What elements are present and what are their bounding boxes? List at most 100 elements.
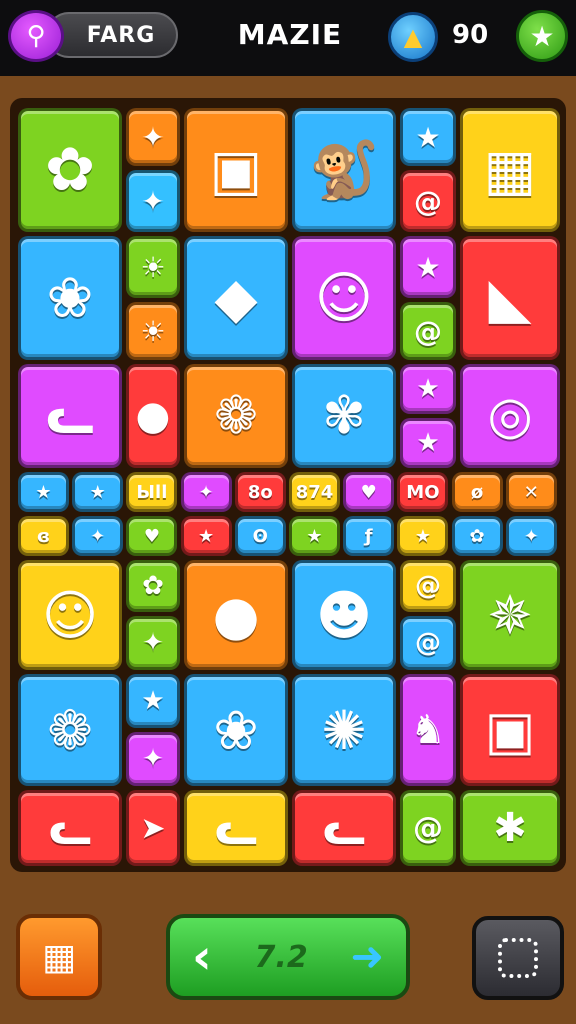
star-icon: ★ <box>416 428 440 458</box>
small-tile[interactable]: MO <box>397 472 449 512</box>
star-button[interactable]: ★ <box>516 10 568 62</box>
tile[interactable]: ▣ <box>184 108 288 232</box>
tile[interactable]: ★ <box>400 364 456 414</box>
tile[interactable]: ☺ <box>292 236 396 360</box>
tile[interactable]: ♞ <box>400 674 456 786</box>
tile[interactable]: ❁ <box>18 674 122 786</box>
tile[interactable]: ✦ <box>126 108 180 166</box>
tile[interactable]: 🐒 <box>292 108 396 232</box>
tile[interactable]: ❀ <box>184 674 288 786</box>
sparkle-icon: ✦ <box>142 744 164 774</box>
tile[interactable]: ★ <box>400 418 456 468</box>
tile[interactable]: @ <box>400 790 456 866</box>
tile[interactable]: @ <box>400 616 456 670</box>
tile[interactable]: ✦ <box>126 616 180 670</box>
tile[interactable]: ❀ <box>18 236 122 360</box>
small-tile[interactable]: ♥ <box>343 472 395 512</box>
small-tile[interactable]: ✦ <box>72 516 124 556</box>
tile[interactable]: @ <box>400 560 456 612</box>
magnifier-icon: ⚲ <box>26 21 46 51</box>
tile[interactable]: ◎ <box>460 364 560 468</box>
tile[interactable]: ● <box>184 560 288 670</box>
tile[interactable]: ✿ <box>126 560 180 612</box>
tile[interactable]: ▦ <box>460 108 560 232</box>
tile-label: ✿ <box>469 525 485 547</box>
small-tile[interactable]: ★ <box>397 516 449 556</box>
tile[interactable]: @ <box>400 170 456 232</box>
next-arrow-icon[interactable]: ➜ <box>350 934 384 980</box>
tile[interactable]: ᓚ <box>184 790 288 866</box>
small-tile[interactable]: ★ <box>72 472 124 512</box>
bird-icon: ◣ <box>488 265 532 331</box>
tile[interactable]: ★ <box>400 236 456 298</box>
tile[interactable]: ❁ <box>184 364 288 468</box>
tile[interactable]: ▣ <box>460 674 560 786</box>
small-tile[interactable]: ♥ <box>126 516 178 556</box>
small-tile[interactable]: ★ <box>180 516 232 556</box>
tile-label: ✦ <box>523 525 539 547</box>
small-tile[interactable]: ɞ <box>18 516 69 556</box>
blue-flower-icon: ✾ <box>322 386 366 446</box>
tile[interactable]: ✵ <box>460 560 560 670</box>
tile[interactable]: ✱ <box>460 790 560 866</box>
leaf-flower-icon: ✵ <box>487 583 533 647</box>
tile-label: ★ <box>89 481 106 503</box>
tile[interactable]: ᓚ <box>18 364 122 468</box>
battery-icon: ▣ <box>209 137 263 203</box>
swirl-icon: @ <box>414 314 442 348</box>
tile[interactable]: ᓚ <box>18 790 122 866</box>
tile[interactable]: ★ <box>400 108 456 166</box>
shuffle-button[interactable] <box>472 916 564 1000</box>
tile[interactable]: ★ <box>126 674 180 728</box>
small-tile[interactable]: ʘ <box>234 516 286 556</box>
tile[interactable]: ✾ <box>292 364 396 468</box>
tile[interactable]: ● <box>126 364 180 468</box>
tile[interactable]: ✦ <box>126 170 180 232</box>
profile-pill[interactable]: FARG <box>46 12 178 58</box>
cat-icon: ᓚ <box>322 801 366 855</box>
tile[interactable]: ☀ <box>126 236 180 298</box>
tile[interactable]: ☺ <box>18 560 122 670</box>
small-tile[interactable]: ✦ <box>180 472 232 512</box>
tile-label: ɞ <box>36 525 51 547</box>
game-board: ✿ ✦ ✦ ▣ 🐒 ★ @ ▦ ❀ ☀ ☀ ◆ ☺ ★ @ ◣ ᓚ ● ❁ ✾ ★ ★ ◎ ★ ★ Ыll ✦ 8o 874 ♥ MO ø ✕ ɞ… <box>10 98 566 872</box>
small-tile[interactable]: ø <box>451 472 503 512</box>
tile-label: ♥ <box>360 481 377 503</box>
small-tile[interactable]: 8o <box>234 472 286 512</box>
tile[interactable]: ➤ <box>126 790 180 866</box>
level-nav-bar[interactable]: ‹ 7.2 ➜ <box>166 914 410 1000</box>
tile[interactable]: ✺ <box>292 674 396 786</box>
small-tile[interactable]: ★ <box>289 516 340 556</box>
pink-flower-icon: ✺ <box>321 698 367 762</box>
coin-button[interactable]: ▲ <box>388 12 438 62</box>
prev-arrow-icon[interactable]: ‹ <box>192 929 212 985</box>
search-button[interactable]: ⚲ <box>8 10 64 62</box>
small-tile[interactable]: ✿ <box>451 516 503 556</box>
cherry-icon: ● <box>212 583 260 647</box>
tile[interactable]: ☻ <box>292 560 396 670</box>
rose-icon: ❀ <box>213 698 259 762</box>
small-tile[interactable]: 874 <box>289 472 340 512</box>
tile[interactable]: ☀ <box>126 302 180 360</box>
tile-label: ♥ <box>143 525 160 547</box>
tile[interactable]: ◣ <box>460 236 560 360</box>
menu-grid-button[interactable]: ▦ <box>16 914 102 1000</box>
small-tile[interactable]: ★ <box>18 472 69 512</box>
cat-icon: ᓚ <box>214 801 258 855</box>
crate-icon: ▦ <box>483 137 537 203</box>
star-icon: ★ <box>529 19 555 53</box>
kite-icon: ◆ <box>214 265 258 331</box>
tile[interactable]: ✿ <box>18 108 122 232</box>
rose-icon: ❀ <box>46 265 94 331</box>
small-tile[interactable]: ✦ <box>505 516 557 556</box>
sunflower-icon: ❁ <box>214 386 258 446</box>
tile[interactable]: ✦ <box>126 732 180 786</box>
small-tile[interactable]: ✕ <box>505 472 557 512</box>
small-tile[interactable]: Ыll <box>126 472 178 512</box>
tile[interactable]: @ <box>400 302 456 360</box>
picture-icon: ▣ <box>484 698 536 762</box>
tile[interactable]: ◆ <box>184 236 288 360</box>
small-tile[interactable]: ƒ <box>343 516 395 556</box>
star-icon: ★ <box>416 374 440 404</box>
tile[interactable]: ᓚ <box>292 790 396 866</box>
